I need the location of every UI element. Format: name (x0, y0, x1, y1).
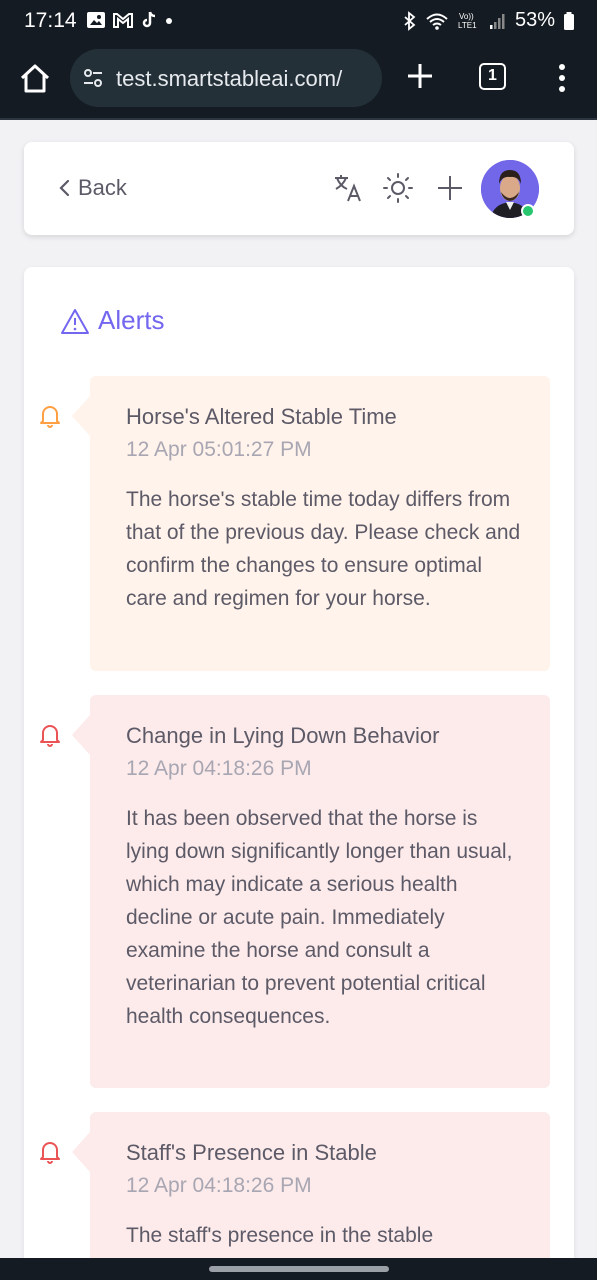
alert-item[interactable]: Change in Lying Down Behavior 12 Apr 04:… (72, 695, 550, 1088)
alert-item[interactable]: Horse's Altered Stable Time 12 Apr 05:01… (72, 376, 550, 671)
tab-switcher-button[interactable]: 1 (479, 63, 506, 90)
alert-title: Horse's Altered Stable Time (126, 404, 397, 429)
dot-icon (166, 18, 172, 24)
status-bar: 17:14 Vo)) LTE1 53% (0, 0, 597, 44)
translate-icon[interactable] (332, 172, 364, 204)
svg-text:Vo)): Vo)) (459, 12, 474, 21)
sun-icon[interactable] (382, 172, 414, 204)
back-label: Back (78, 175, 127, 200)
alert-title: Staff's Presence in Stable (126, 1140, 377, 1165)
online-status-dot (521, 204, 535, 218)
new-tab-icon[interactable] (405, 61, 435, 91)
alerts-panel: Alerts Horse's Altered Stable Time 12 Ap… (24, 267, 574, 1267)
more-menu-icon[interactable] (555, 63, 569, 93)
page-header: Back (24, 142, 574, 235)
home-icon[interactable] (18, 62, 52, 96)
gallery-icon (87, 12, 105, 28)
system-icons: Vo)) LTE1 53% (403, 9, 575, 32)
bluetooth-icon (404, 10, 416, 31)
alerts-title: Alerts (98, 305, 165, 335)
alert-item[interactable]: Staff's Presence in Stable 12 Apr 04:18:… (72, 1112, 550, 1267)
bell-icon (40, 725, 60, 747)
back-button[interactable]: Back (58, 175, 127, 201)
alert-timestamp: 12 Apr 05:01:27 PM (126, 438, 312, 461)
alerts-header: Alerts (60, 305, 164, 336)
svg-text:LTE1: LTE1 (458, 21, 477, 30)
battery-percent: 53% (514, 9, 555, 31)
alert-message: It has been observed that the horse is l… (126, 807, 513, 1028)
notification-icons (86, 10, 174, 30)
warning-triangle-icon (61, 308, 89, 334)
alert-pointer (72, 715, 90, 755)
chevron-left-icon (59, 179, 70, 197)
alert-timestamp: 12 Apr 04:18:26 PM (126, 757, 312, 780)
url-text[interactable]: test.smartstableai.com/ (116, 66, 372, 92)
status-time: 17:14 (24, 9, 77, 32)
alert-timestamp: 12 Apr 04:18:26 PM (126, 1174, 312, 1197)
alert-pointer (72, 396, 90, 436)
signal-icon (489, 13, 505, 29)
gesture-handle[interactable] (209, 1266, 389, 1272)
alert-message: The horse's stable time today differs fr… (126, 488, 521, 610)
volte-icon: Vo))LTE1 (458, 12, 477, 30)
system-nav-bar (0, 1258, 597, 1280)
wifi-icon (426, 13, 448, 30)
alert-title: Change in Lying Down Behavior (126, 723, 440, 748)
alert-message: The staff's presence in the stable (126, 1224, 434, 1247)
gmail-icon (113, 13, 133, 28)
toolbar-divider (0, 118, 597, 120)
site-settings-icon[interactable] (82, 67, 104, 89)
bell-icon (40, 406, 60, 428)
plus-icon[interactable] (434, 172, 466, 204)
battery-icon (564, 11, 574, 30)
browser-toolbar: test.smartstableai.com/ 1 (0, 44, 597, 118)
alert-pointer (72, 1132, 90, 1172)
address-bar[interactable]: test.smartstableai.com/ (70, 49, 382, 107)
bell-icon (40, 1142, 60, 1164)
tiktok-icon (142, 11, 156, 28)
